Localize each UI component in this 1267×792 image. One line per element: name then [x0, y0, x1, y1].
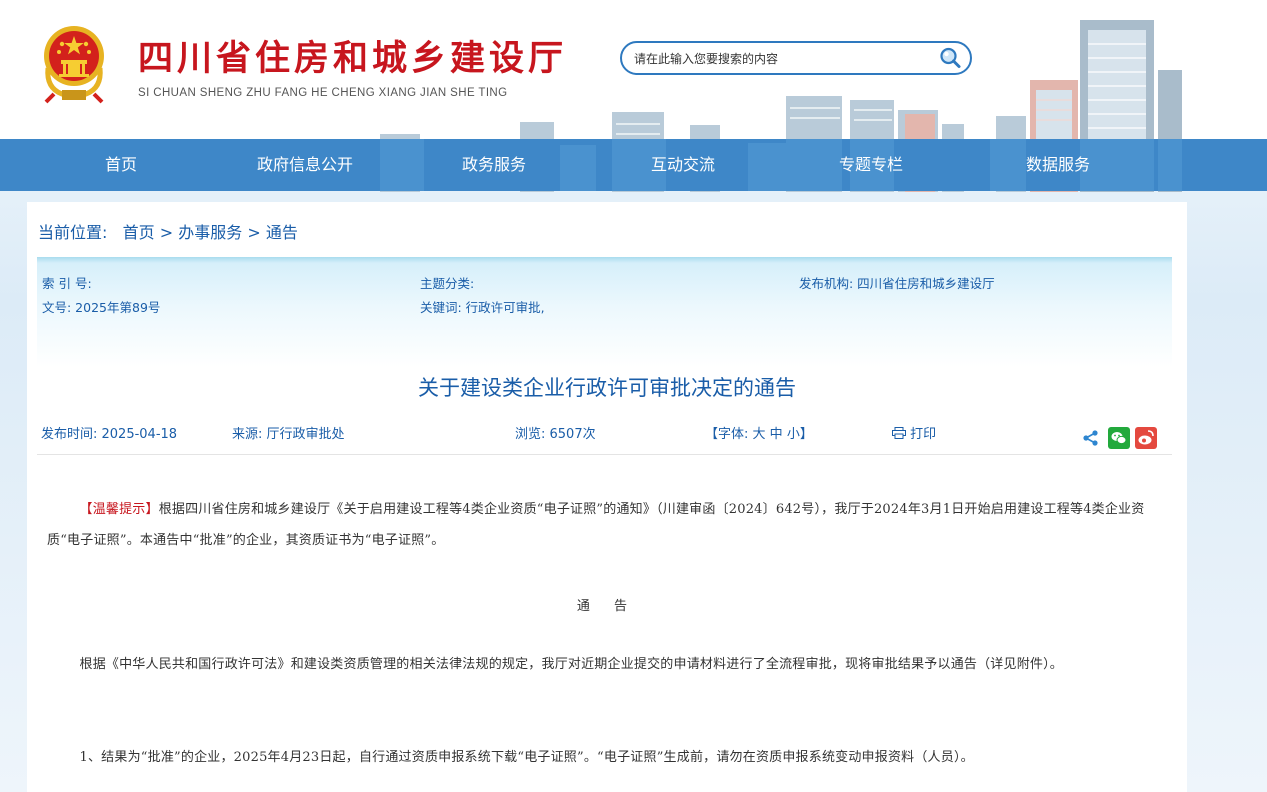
breadcrumb-home[interactable]: 首页 — [123, 223, 155, 242]
breadcrumb-separator: > — [159, 223, 174, 242]
nav-item-gov-info[interactable]: 政府信息公开 — [257, 139, 353, 191]
nav-item-home[interactable]: 首页 — [105, 139, 137, 191]
main-nav: 首页 政府信息公开 政务服务 互动交流 专题专栏 数据服务 — [0, 139, 1267, 191]
weibo-icon[interactable] — [1135, 427, 1157, 449]
article-title: 关于建设类企业行政许可审批决定的通告 — [418, 376, 796, 400]
breadcrumb: 当前位置: 首页 > 办事服务 > 通告 — [38, 219, 298, 243]
font-size-label: 【字体: — [705, 427, 753, 442]
font-size-large-button[interactable]: 大 — [753, 427, 766, 442]
search-input[interactable] — [632, 49, 936, 69]
printer-icon — [892, 427, 906, 439]
font-size-label-close: 】 — [799, 427, 813, 442]
article-meta-box: 索 引 号: 文号: 2025年第89号 主题分类: 关键词: 行政许可审批, … — [37, 257, 1172, 367]
site-title: 四川省住房和城乡建设厅 — [138, 38, 568, 79]
national-emblem-icon — [44, 26, 104, 104]
body-paragraph: 1、结果为“批准”的企业，2025年4月23日起，自行通过资质申报系统下载“电子… — [79, 750, 974, 765]
info-divider — [37, 454, 1172, 455]
view-count: 浏览: 6507次 — [515, 427, 596, 442]
nav-item-topics[interactable]: 专题专栏 — [839, 139, 903, 191]
warm-tip-paragraph: 【温馨提示】根据四川省住房和城乡建设厅《关于启用建设工程等4类企业资质“电子证照… — [47, 494, 1169, 556]
site-header: 四川省住房和城乡建设厅 SI CHUAN SHENG ZHU FANG HE C… — [0, 0, 1267, 140]
article-source: 来源: 厅行政审批处 — [232, 427, 345, 442]
search-box — [620, 41, 972, 75]
print-label: 打印 — [910, 427, 937, 442]
share-icon[interactable] — [1081, 428, 1101, 448]
meta-publisher: 发布机构: 四川省住房和城乡建设厅 — [799, 276, 995, 291]
nav-item-gov-service[interactable]: 政务服务 — [462, 139, 526, 191]
warm-tip-text: 根据四川省住房和城乡建设厅《关于启用建设工程等4类企业资质“电子证照”的通知》（… — [47, 502, 1145, 548]
warm-tip-label: 【温馨提示】 — [79, 502, 159, 517]
meta-index-no: 索 引 号: — [42, 276, 92, 291]
font-size-small-button[interactable]: 小 — [787, 427, 800, 442]
search-icon[interactable] — [938, 46, 962, 70]
article-panel: 当前位置: 首页 > 办事服务 > 通告 索 引 号: 文号: 2025年第89… — [27, 202, 1187, 792]
wechat-icon[interactable] — [1108, 427, 1130, 449]
notice-heading: 通 告 — [576, 599, 638, 614]
breadcrumb-services[interactable]: 办事服务 — [178, 223, 242, 242]
site-subtitle: SI CHUAN SHENG ZHU FANG HE CHENG XIANG J… — [138, 87, 508, 99]
body-paragraph: 根据《中华人民共和国行政许可法》和建设类资质管理的相关法律法规的规定，我厅对近期… — [79, 657, 1064, 672]
publish-time: 发布时间: 2025-04-18 — [41, 427, 178, 442]
font-size-medium-button[interactable]: 中 — [770, 427, 783, 442]
meta-category: 主题分类: — [420, 276, 475, 291]
meta-doc-no: 文号: 2025年第89号 — [42, 300, 161, 315]
breadcrumb-label: 当前位置: — [38, 223, 108, 242]
breadcrumb-separator: > — [247, 223, 261, 242]
nav-item-interaction[interactable]: 互动交流 — [651, 139, 715, 191]
breadcrumb-notice[interactable]: 通告 — [266, 223, 298, 242]
nav-item-data-service[interactable]: 数据服务 — [1026, 139, 1090, 191]
meta-keywords: 关键词: 行政许可审批, — [420, 300, 545, 315]
font-size-switcher: 【字体: 大 中 小】 — [705, 423, 813, 442]
print-button[interactable]: 打印 — [892, 423, 936, 442]
